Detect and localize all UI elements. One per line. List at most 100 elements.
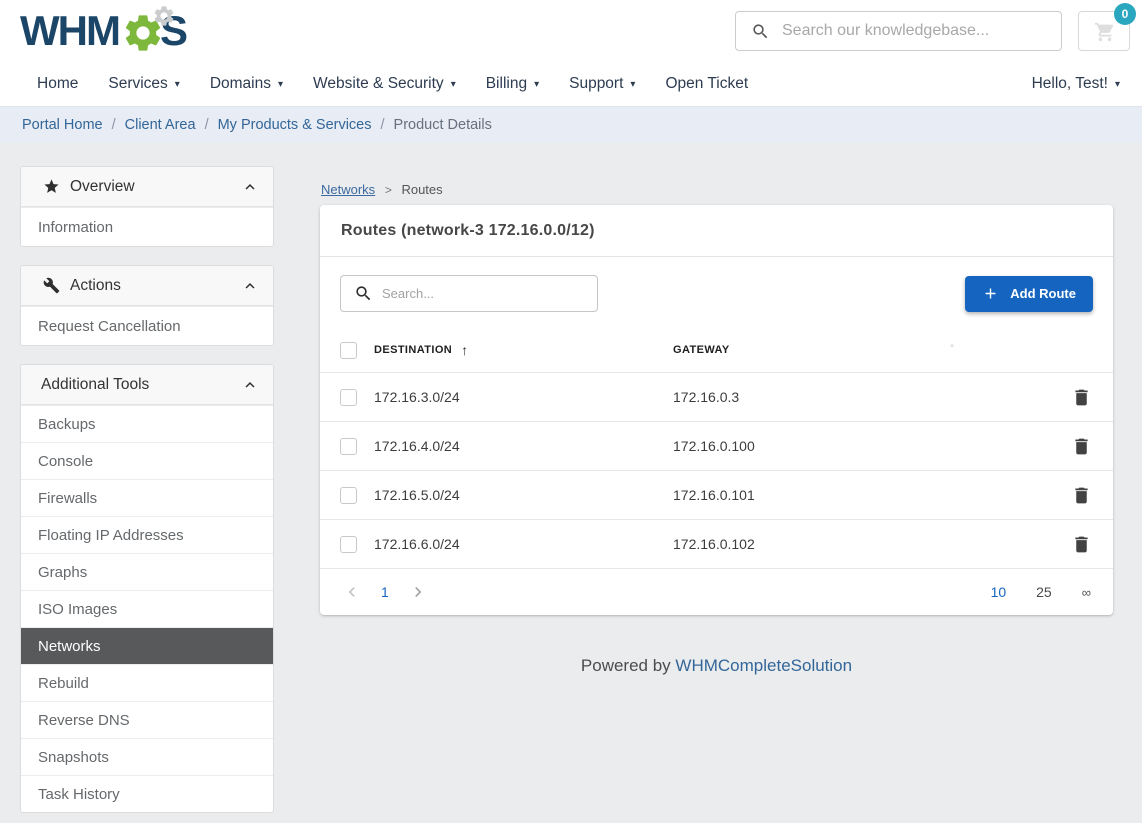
nav-item-home[interactable]: Home [22,75,93,93]
page-size-10[interactable]: 10 [991,584,1007,600]
plus-icon [982,285,999,302]
gateway-cell: 172.16.0.101 [673,487,1069,503]
sidebar-item-information[interactable]: Information [21,207,273,246]
table-header-row: DESTINATION ↑ GATEWAY ▴ [320,328,1113,372]
sort-hint-icon: ▴ [950,340,954,349]
nav-item-website-security[interactable]: Website & Security▾ [298,75,471,93]
chevron-up-icon [241,376,259,394]
whmcs-client-area-page: WHM S 0 Home Services▾ Domains▾ Website … [0,0,1142,823]
pagination-bar: 1 10 25 ∞ [320,568,1113,615]
main-content: Networks > Routes Routes (network-3 172.… [320,182,1113,615]
knowledgebase-search [735,11,1062,51]
whmcs-footer-link[interactable]: WHMCompleteSolution [675,656,852,675]
sidebar-item-console[interactable]: Console [21,442,273,479]
gear-icon-grey [152,4,176,28]
table-row: 172.16.6.0/24 172.16.0.102 [320,519,1113,568]
delete-route-button[interactable] [1069,385,1093,409]
search-icon [751,22,770,41]
previous-page-button[interactable] [342,582,362,602]
breadcrumb-current: Product Details [394,117,492,133]
column-header-destination[interactable]: DESTINATION ↑ [357,342,673,358]
row-checkbox[interactable] [340,536,357,553]
sidebar-item-task-history[interactable]: Task History [21,775,273,812]
breadcrumb-client-area[interactable]: Client Area [125,117,196,133]
search-icon [354,284,373,303]
page-size-25[interactable]: 25 [1036,584,1052,600]
sidebar-item-firewalls[interactable]: Firewalls [21,479,273,516]
cart-button[interactable]: 0 [1078,11,1130,51]
trash-icon [1071,436,1092,457]
next-page-button[interactable] [408,582,428,602]
breadcrumb-portal-home[interactable]: Portal Home [22,117,103,133]
column-header-gateway[interactable]: GATEWAY [673,344,1069,356]
panel-header-actions[interactable]: Actions [21,266,273,306]
page-size-infinity-icon[interactable]: ∞ [1082,585,1091,600]
whmcs-logo[interactable]: WHM S [20,6,186,56]
caret-down-icon: ▾ [451,79,456,90]
page-number-1[interactable]: 1 [381,584,389,600]
panel-title: Actions [70,277,121,295]
caret-down-icon: ▾ [630,79,635,90]
sidebar-item-reverse-dns[interactable]: Reverse DNS [21,701,273,738]
top-header: WHM S 0 Home Services▾ Domains▾ Website … [0,0,1142,106]
table-row: 172.16.3.0/24 172.16.0.3 [320,372,1113,421]
routes-card-title: Routes (network-3 172.16.0.0/12) [320,205,1113,257]
nav-item-services[interactable]: Services▾ [93,75,194,93]
panel-header-additional-tools[interactable]: Additional Tools [21,365,273,405]
logo-gears [121,6,167,56]
sidebar-panel-actions: Actions Request Cancellation [20,265,274,346]
routes-search [340,275,598,312]
delete-route-button[interactable] [1069,434,1093,458]
cart-icon [1094,21,1116,43]
account-menu[interactable]: Hello, Test! ▾ [1032,62,1120,106]
table-row: 172.16.4.0/24 172.16.0.100 [320,421,1113,470]
sidebar-item-backups[interactable]: Backups [21,405,273,442]
delete-route-button[interactable] [1069,483,1093,507]
routes-search-input[interactable] [382,286,597,301]
module-breadcrumb-networks-link[interactable]: Networks [321,182,375,197]
nav-item-open-ticket[interactable]: Open Ticket [650,75,763,93]
gateway-cell: 172.16.0.3 [673,389,1069,405]
nav-items: Home Services▾ Domains▾ Website & Securi… [22,62,763,106]
page-footer: Powered by WHMCompleteSolution [320,656,1113,676]
gateway-cell: 172.16.0.100 [673,438,1069,454]
destination-cell: 172.16.6.0/24 [357,536,673,552]
sort-ascending-icon[interactable]: ↑ [461,342,468,358]
sidebar-item-snapshots[interactable]: Snapshots [21,738,273,775]
row-checkbox[interactable] [340,389,357,406]
knowledgebase-search-input[interactable] [782,22,1061,40]
nav-item-domains[interactable]: Domains▾ [195,75,298,93]
star-icon [43,178,60,195]
panel-title: Overview [70,178,135,196]
chevron-up-icon [241,178,259,196]
chevron-right-icon [408,582,428,602]
sidebar-item-iso-images[interactable]: ISO Images [21,590,273,627]
logo-text-whm: WHM [20,6,119,56]
add-route-button[interactable]: Add Route [965,276,1093,312]
sidebar-item-floating-ip-addresses[interactable]: Floating IP Addresses [21,516,273,553]
breadcrumb-my-products[interactable]: My Products & Services [218,117,372,133]
sidebar-item-graphs[interactable]: Graphs [21,553,273,590]
breadcrumb-separator: / [381,117,385,133]
nav-item-billing[interactable]: Billing▾ [471,75,554,93]
sidebar-item-request-cancellation[interactable]: Request Cancellation [21,306,273,345]
wrench-icon [43,277,60,294]
delete-route-button[interactable] [1069,532,1093,556]
breadcrumb-separator: / [112,117,116,133]
caret-down-icon: ▾ [534,79,539,90]
module-breadcrumb-current: Routes [401,182,442,197]
caret-down-icon: ▾ [1115,79,1120,90]
routes-card: Routes (network-3 172.16.0.0/12) Add Rou… [320,205,1113,615]
nav-item-support[interactable]: Support▾ [554,75,650,93]
select-all-checkbox[interactable] [340,342,357,359]
row-checkbox[interactable] [340,487,357,504]
destination-cell: 172.16.3.0/24 [357,389,673,405]
sidebar-item-networks[interactable]: Networks [21,627,273,664]
greeting-label: Hello, Test! [1032,75,1108,93]
trash-icon [1071,485,1092,506]
chevron-left-icon [342,582,362,602]
caret-down-icon: ▾ [278,79,283,90]
sidebar-item-rebuild[interactable]: Rebuild [21,664,273,701]
row-checkbox[interactable] [340,438,357,455]
panel-header-overview[interactable]: Overview [21,167,273,207]
